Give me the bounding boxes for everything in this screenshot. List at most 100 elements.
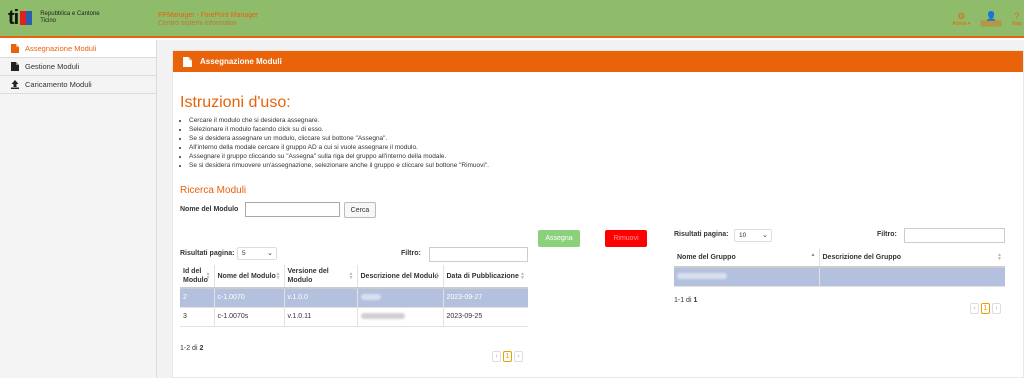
sort-icon: ▲ ▼ [520, 271, 525, 281]
admin-menu-label: Admin ▾ [952, 21, 971, 27]
instruction-item: Assegnare il gruppo cliccando su "Assegn… [189, 152, 689, 161]
instruction-item: Se si desidera assegnare un modulo, clic… [189, 134, 689, 143]
cell-version: v.1.0.0 [284, 288, 358, 308]
main-content: Assegnazione Moduli Istruzioni d'uso: Ce… [157, 40, 1024, 378]
modules-page-size-select[interactable]: 5 ⌄ [237, 247, 277, 260]
user-menu[interactable]: 👤 ██████ [980, 11, 1002, 28]
col-id[interactable]: Id del Modulo ▲ ▼ [180, 265, 215, 289]
logo-ti: ti [8, 7, 19, 29]
canton-logo[interactable]: ti Repubblica e Cantone Ticino [8, 7, 100, 29]
col-version[interactable]: Versione del Modulo ▲ ▼ [284, 265, 358, 289]
help-menu-label: Help [1011, 21, 1022, 27]
table-row[interactable] [674, 267, 1005, 287]
col-date[interactable]: Data di Pubblicazione ▲ ▼ [443, 265, 528, 289]
modules-filter-input[interactable] [429, 247, 528, 262]
assignment-panel: Assegnazione Moduli Istruzioni d'uso: Ce… [172, 50, 1024, 378]
col-group-description-label: Descrizione del Gruppo [822, 253, 902, 261]
page-1-button[interactable]: 1 [503, 351, 512, 362]
cell-name: c-1.0070 [214, 288, 285, 308]
modules-page-size-value: 5 [242, 250, 246, 257]
next-page-button[interactable]: › [514, 351, 523, 362]
sort-icon: ▲ ▼ [434, 271, 440, 281]
cell-description [357, 288, 444, 308]
col-description[interactable]: Descrizione del Modulo ▲ ▼ [357, 265, 444, 289]
cell-group-name [674, 267, 820, 287]
admin-menu[interactable]: ⚙ Admin ▾ [952, 12, 971, 28]
file-icon [11, 44, 19, 53]
prev-page-button[interactable]: ‹ [970, 303, 979, 314]
count-total: 2 [199, 345, 204, 352]
flag-icon [20, 11, 33, 25]
groups-page-size-label: Risultati pagina: [674, 231, 729, 238]
sort-asc-icon: ▲ [810, 252, 816, 258]
groups-page-size-value: 10 [739, 232, 747, 239]
cell-date: 2023-09-27 [443, 288, 528, 308]
col-group-description[interactable]: Descrizione del Gruppo ▲ ▼ [819, 248, 1005, 268]
col-version-label: Versione del Modulo [287, 268, 329, 284]
sidebar-item-label: Gestione Moduli [25, 62, 80, 71]
modules-page-size-label: Risultati pagina: [180, 250, 235, 257]
sidebar-item-gestione-moduli[interactable]: Gestione Moduli [0, 58, 156, 76]
user-menu-label: ██████ [980, 21, 1002, 27]
file-icon [11, 62, 19, 71]
groups-table-header: Nome del Gruppo ▲ Descrizione del Gruppo ▲… [674, 248, 1005, 268]
assign-button[interactable]: Assegna [538, 230, 580, 247]
col-group-name-label: Nome del Gruppo [677, 253, 736, 261]
cell-id: 3 [180, 307, 215, 327]
sidebar: Assegnazione Moduli Gestione Moduli Cari… [0, 40, 157, 378]
modules-pagination: ‹ 1 › [492, 351, 523, 362]
org-name: Repubblica e Cantone Ticino [40, 11, 99, 25]
cell-name: c-1.0070s [214, 307, 285, 327]
org-line-2: Ticino [40, 18, 57, 24]
sort-icon: ▲ ▼ [205, 271, 211, 281]
help-icon: ? [1014, 11, 1020, 21]
search-title: Ricerca Moduli [180, 185, 247, 196]
modules-filter-label: Filtro: [401, 250, 421, 257]
col-description-label: Descrizione del Modulo [360, 272, 439, 280]
redacted-text [360, 312, 405, 319]
instruction-item: Selezionare il modulo facendo click su d… [189, 125, 689, 134]
file-icon [183, 56, 192, 67]
table-row[interactable]: 2 c-1.0070 v.1.0.0 2023-09-27 [180, 288, 528, 308]
panel-title: Assegnazione Moduli [200, 57, 282, 66]
remove-button[interactable]: Rimuovi [605, 230, 647, 247]
cell-id: 2 [180, 288, 215, 308]
app-title-text: FPManager - FinePrint Manager [158, 12, 259, 19]
sort-icon: ▲ ▼ [275, 271, 281, 281]
modules-result-count: 1-2 di 2 [180, 345, 203, 352]
instruction-item: Cercare il modulo che si desidera assegn… [189, 116, 689, 125]
chevron-down-icon: ⌄ [762, 232, 768, 239]
next-page-button[interactable]: › [992, 303, 1001, 314]
col-date-label: Data di Pubblicazione [446, 272, 519, 280]
org-line-1: Repubblica e Cantone [40, 11, 100, 17]
groups-pagination: ‹ 1 › [970, 303, 1001, 314]
top-bar: ti Repubblica e Cantone Ticino FPManager… [0, 0, 1024, 38]
modules-table-header: Id del Modulo ▲ ▼ Nome del Modulo ▲ ▼ Versio… [180, 265, 528, 289]
table-row[interactable]: 3 c-1.0070s v.1.0.11 2023-09-25 [180, 307, 528, 327]
search-button[interactable]: Cerca [344, 202, 376, 218]
sidebar-item-caricamento-moduli[interactable]: Caricamento Moduli [0, 76, 156, 94]
cell-date: 2023-09-25 [443, 307, 528, 327]
cell-group-description [819, 267, 1005, 287]
col-name-label: Nome del Modulo [217, 272, 276, 280]
instruction-item: Se si desidera rimuovere un'assegnazione… [189, 161, 689, 170]
prev-page-button[interactable]: ‹ [492, 351, 501, 362]
help-menu[interactable]: ? Help [1011, 11, 1022, 28]
col-name[interactable]: Nome del Modulo ▲ ▼ [214, 265, 285, 289]
groups-filter-input[interactable] [904, 228, 1005, 243]
count-total: 1 [693, 297, 698, 304]
groups-page-size-select[interactable]: 10 ⌄ [734, 229, 772, 242]
page-1-button[interactable]: 1 [981, 303, 990, 314]
user-icon: 👤 [985, 11, 997, 21]
instructions-list: Cercare il modulo che si desidera assegn… [189, 116, 689, 170]
chevron-down-icon: ⌄ [267, 250, 273, 257]
cell-description [357, 307, 444, 327]
sidebar-item-label: Caricamento Moduli [25, 80, 92, 89]
sort-icon: ▲ ▼ [997, 252, 1002, 262]
module-name-input[interactable] [245, 202, 340, 217]
instruction-item: All'interno della modale cercare il grup… [189, 143, 689, 152]
col-group-name[interactable]: Nome del Gruppo ▲ [674, 248, 820, 268]
count-prefix: 1-2 di [180, 345, 200, 352]
groups-filter-label: Filtro: [877, 231, 897, 238]
sidebar-item-assegnazione-moduli[interactable]: Assegnazione Moduli [0, 40, 156, 58]
